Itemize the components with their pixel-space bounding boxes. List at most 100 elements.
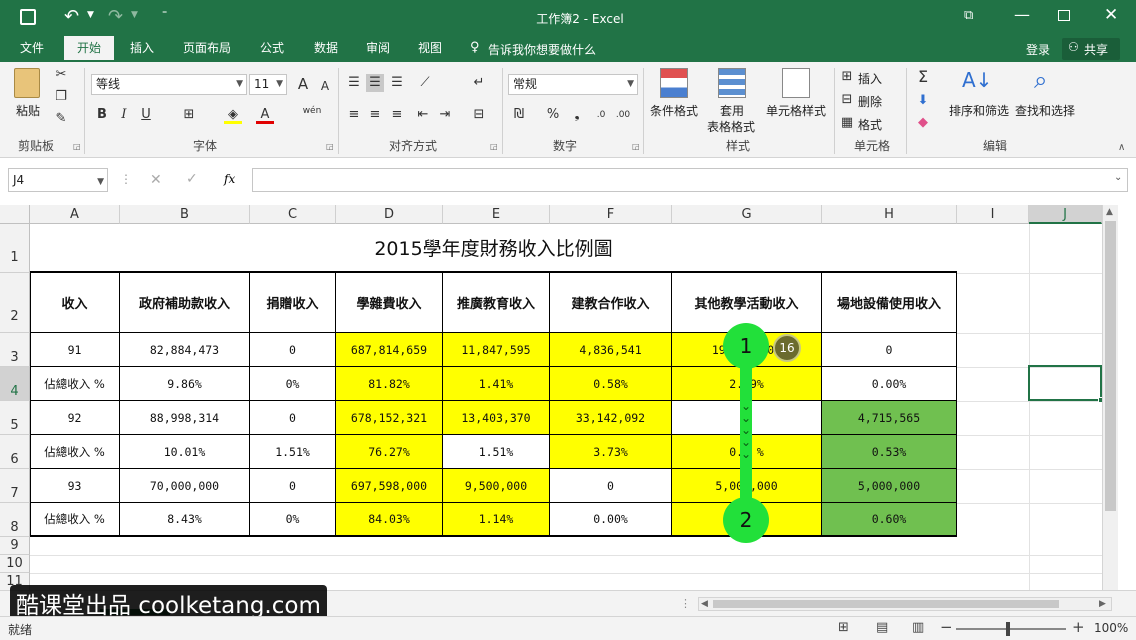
sort-filter-button[interactable]: 排序和筛选	[946, 102, 1012, 119]
column-header-c[interactable]: C	[250, 205, 336, 224]
row-header-3[interactable]: 3	[0, 333, 30, 367]
table-cell-c4[interactable]: 0%	[250, 367, 336, 401]
table-cell-f3[interactable]: 4,836,541	[550, 333, 672, 367]
table-cell-e5[interactable]: 13,403,370	[443, 401, 550, 435]
zoom-out-icon[interactable]: −	[940, 618, 953, 636]
format-painter-icon[interactable]: ✎	[52, 110, 70, 128]
tab-page-layout[interactable]: 页面布局	[174, 36, 240, 62]
find-select-button[interactable]: 查找和选择	[1012, 102, 1078, 119]
header-cell-cooperation[interactable]: 建教合作收入	[550, 273, 672, 333]
formula-input[interactable]	[252, 168, 1128, 192]
increase-decimal-icon[interactable]: .0	[592, 106, 610, 124]
borders-icon[interactable]: ⊞	[180, 106, 198, 124]
phonetic-icon[interactable]: wén	[300, 102, 324, 120]
name-box[interactable]: J4 ▼	[8, 168, 108, 192]
active-cell-j4[interactable]	[1028, 365, 1102, 401]
cut-icon[interactable]: ✂	[52, 66, 70, 84]
clear-icon[interactable]: ◆	[914, 114, 932, 132]
orientation-icon[interactable]: ⟋	[416, 74, 434, 92]
number-launcher-icon[interactable]: ◲	[632, 142, 640, 151]
table-cell-a5[interactable]: 92	[30, 401, 120, 435]
conditional-format-icon[interactable]	[660, 68, 688, 98]
table-cell-e3[interactable]: 11,847,595	[443, 333, 550, 367]
insert-function-button[interactable]: fx	[224, 172, 235, 186]
horizontal-scroll-thumb[interactable]	[713, 600, 1059, 608]
align-middle-icon[interactable]: ☰	[366, 74, 384, 92]
wrap-text-icon[interactable]: ↵	[470, 74, 488, 92]
tell-me-box[interactable]: 告诉我你想要做什么	[488, 41, 596, 58]
increase-indent-icon[interactable]: ⇥	[436, 106, 454, 124]
table-cell-f5[interactable]: 33,142,092	[550, 401, 672, 435]
font-name-combo[interactable]: 等线 ▼	[91, 74, 247, 95]
save-icon[interactable]	[20, 9, 36, 25]
table-cell-f4[interactable]: 0.58%	[550, 367, 672, 401]
row-header-9[interactable]: 9	[0, 537, 30, 555]
table-cell-a7[interactable]: 93	[30, 469, 120, 503]
redo-dropdown-icon[interactable]: ▼	[131, 10, 138, 20]
expand-formula-bar-icon[interactable]: ⌄	[1114, 172, 1122, 183]
table-cell-h7[interactable]: 5,000,000	[822, 469, 957, 503]
header-cell-income[interactable]: 收入	[30, 273, 120, 333]
table-cell-h3[interactable]: 0	[822, 333, 957, 367]
tab-review[interactable]: 审阅	[356, 36, 400, 62]
page-break-view-icon[interactable]: ▥	[912, 620, 924, 635]
scroll-up-icon[interactable]: ▲	[1106, 207, 1113, 217]
row-header-4[interactable]: 4	[0, 367, 30, 401]
row-header-1[interactable]: 1	[0, 224, 30, 273]
login-link[interactable]: 登录	[1026, 41, 1050, 58]
table-cell-h8[interactable]: 0.60%	[822, 503, 957, 537]
column-header-a[interactable]: A	[30, 205, 120, 224]
paste-button[interactable]: 粘贴	[12, 102, 44, 119]
table-cell-d4[interactable]: 81.82%	[336, 367, 443, 401]
table-cell-c7[interactable]: 0	[250, 469, 336, 503]
vertical-scrollbar[interactable]: ▲	[1102, 205, 1118, 590]
tab-view[interactable]: 视图	[408, 36, 452, 62]
row-header-2[interactable]: 2	[0, 273, 30, 333]
customize-qat-icon[interactable]: ⁼	[162, 9, 167, 20]
italic-button[interactable]: I	[115, 106, 133, 124]
format-cells-button[interactable]: 格式	[858, 116, 882, 133]
column-header-f[interactable]: F	[550, 205, 672, 224]
cell-styles-button[interactable]: 单元格样式	[762, 102, 830, 119]
table-cell-e6[interactable]: 1.51%	[443, 435, 550, 469]
column-header-e[interactable]: E	[443, 205, 550, 224]
table-cell-b8[interactable]: 8.43%	[120, 503, 250, 537]
table-cell-b5[interactable]: 88,998,314	[120, 401, 250, 435]
scroll-right-icon[interactable]: ▶	[1099, 599, 1106, 609]
zoom-level[interactable]: 100%	[1094, 621, 1128, 635]
redo-icon[interactable]: ↷	[108, 6, 123, 27]
zoom-slider-thumb[interactable]	[1006, 622, 1010, 636]
vertical-scroll-thumb[interactable]	[1105, 221, 1116, 511]
table-cell-h6[interactable]: 0.53%	[822, 435, 957, 469]
column-header-h[interactable]: H	[822, 205, 957, 224]
table-cell-b3[interactable]: 82,884,473	[120, 333, 250, 367]
minimize-icon[interactable]: —	[1014, 5, 1030, 24]
align-center-icon[interactable]: ≡	[366, 106, 384, 124]
confirm-entry-icon[interactable]: ✓	[186, 171, 198, 187]
table-cell-a6[interactable]: 佔總收入 %	[30, 435, 120, 469]
column-header-i[interactable]: I	[957, 205, 1029, 224]
fill-color-icon[interactable]: ◈	[224, 106, 242, 124]
header-cell-facility-use[interactable]: 場地設備使用收入	[822, 273, 957, 333]
table-cell-e8[interactable]: 1.14%	[443, 503, 550, 537]
table-cell-a4[interactable]: 佔總收入 %	[30, 367, 120, 401]
collapse-ribbon-icon[interactable]: ∧	[1118, 142, 1125, 153]
table-cell-a8[interactable]: 佔總收入 %	[30, 503, 120, 537]
table-cell-a3[interactable]: 91	[30, 333, 120, 367]
number-format-combo[interactable]: 常规 ▼	[508, 74, 638, 95]
undo-dropdown-icon[interactable]: ▼	[87, 10, 94, 20]
sheet-title-cell[interactable]: 2015學年度財務收入比例圖	[30, 224, 957, 273]
table-cell-b6[interactable]: 10.01%	[120, 435, 250, 469]
row-header-7[interactable]: 7	[0, 469, 30, 503]
align-top-icon[interactable]: ☰	[345, 74, 363, 92]
row-header-10[interactable]: 10	[0, 555, 30, 573]
table-cell-b4[interactable]: 9.86%	[120, 367, 250, 401]
cancel-entry-icon[interactable]: ✕	[150, 172, 162, 188]
maximize-icon[interactable]	[1058, 10, 1070, 21]
alignment-launcher-icon[interactable]: ◲	[490, 142, 498, 151]
table-cell-b7[interactable]: 70,000,000	[120, 469, 250, 503]
conditional-format-button[interactable]: 条件格式	[646, 102, 702, 119]
format-as-table-line2[interactable]: 表格格式	[700, 118, 762, 135]
decrease-decimal-icon[interactable]: .00	[614, 106, 632, 124]
share-button[interactable]: ⚇ 共享	[1062, 38, 1120, 60]
